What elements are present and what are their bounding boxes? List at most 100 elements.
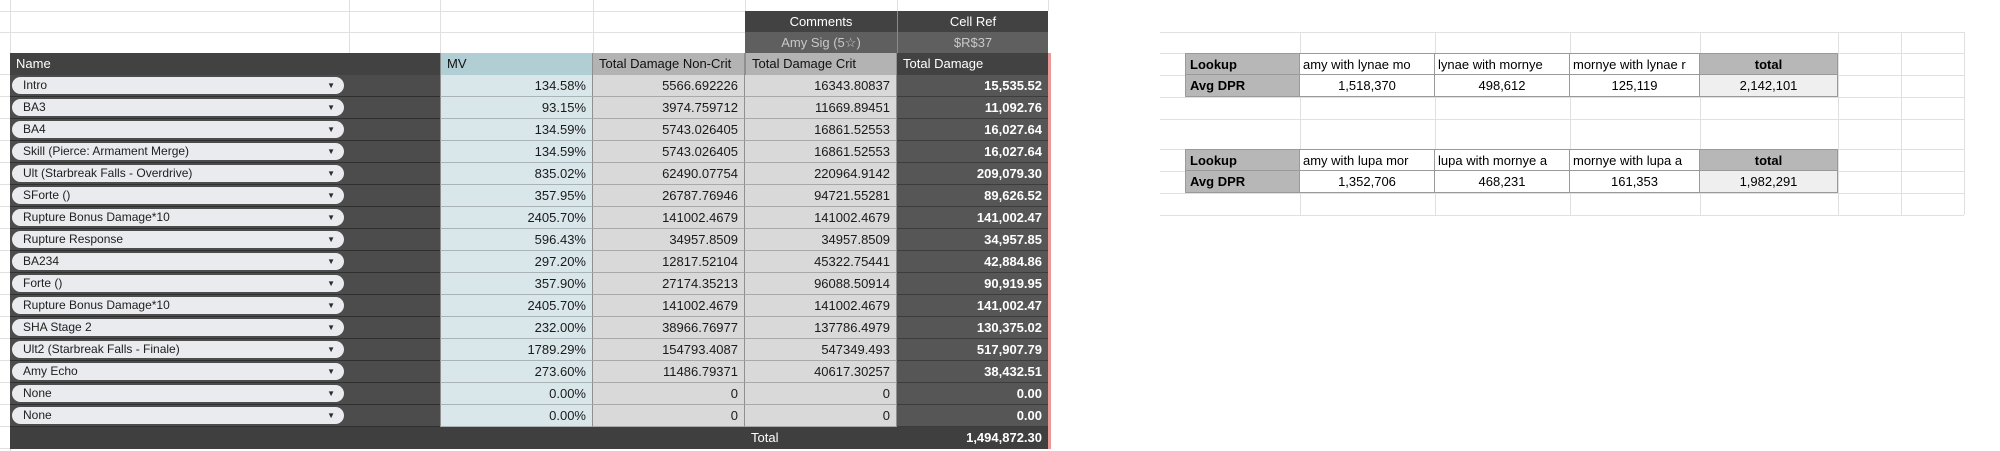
total-damage-cell[interactable]: 16,027.64 <box>897 119 1048 141</box>
noncrit-cell[interactable]: 27174.35213 <box>593 273 745 295</box>
column-header-name[interactable]: Name <box>10 53 440 75</box>
name-dropdown[interactable]: Skill (Pierce: Armament Merge) ▼ <box>12 143 344 160</box>
noncrit-cell[interactable]: 3974.759712 <box>593 97 745 119</box>
name-cell[interactable]: None ▼ <box>10 405 440 427</box>
name-dropdown[interactable]: None ▼ <box>12 385 344 402</box>
lookup-header-cell[interactable]: total <box>1700 53 1838 75</box>
avg-dpr-value-cell[interactable]: 1,982,291 <box>1700 171 1838 193</box>
total-damage-cell[interactable]: 89,626.52 <box>897 185 1048 207</box>
name-dropdown[interactable]: Amy Echo ▼ <box>12 363 344 380</box>
total-damage-cell[interactable]: 90,919.95 <box>897 273 1048 295</box>
name-cell[interactable]: Ult2 (Starbreak Falls - Finale) ▼ <box>10 339 440 361</box>
name-cell[interactable]: SForte () ▼ <box>10 185 440 207</box>
total-damage-cell[interactable]: 42,884.86 <box>897 251 1048 273</box>
name-cell[interactable]: Intro ▼ <box>10 75 440 97</box>
total-damage-cell[interactable]: 11,092.76 <box>897 97 1048 119</box>
name-dropdown[interactable]: Rupture Bonus Damage*10 ▼ <box>12 209 344 226</box>
total-damage-cell[interactable]: 16,027.64 <box>897 141 1048 163</box>
crit-cell[interactable]: 11669.89451 <box>745 97 897 119</box>
comment-value-cell[interactable]: Amy Sig (5☆) <box>745 32 897 53</box>
noncrit-cell[interactable]: 11486.79371 <box>593 361 745 383</box>
name-cell[interactable]: BA4 ▼ <box>10 119 440 141</box>
noncrit-cell[interactable]: 0 <box>593 383 745 405</box>
name-dropdown[interactable]: BA3 ▼ <box>12 99 344 116</box>
mv-cell[interactable]: 596.43% <box>440 229 593 251</box>
avg-dpr-value-cell[interactable]: 1,352,706 <box>1300 171 1435 193</box>
noncrit-cell[interactable]: 26787.76946 <box>593 185 745 207</box>
lookup-header-cell[interactable]: total <box>1700 149 1838 171</box>
total-damage-cell[interactable]: 130,375.02 <box>897 317 1048 339</box>
name-cell[interactable]: Rupture Bonus Damage*10 ▼ <box>10 207 440 229</box>
noncrit-cell[interactable]: 5743.026405 <box>593 119 745 141</box>
noncrit-cell[interactable]: 154793.4087 <box>593 339 745 361</box>
name-dropdown[interactable]: Ult2 (Starbreak Falls - Finale) ▼ <box>12 341 344 358</box>
total-damage-cell[interactable]: 517,907.79 <box>897 339 1048 361</box>
total-damage-cell[interactable]: 141,002.47 <box>897 207 1048 229</box>
lookup-label-cell[interactable]: Lookup <box>1185 149 1300 171</box>
name-dropdown[interactable]: BA4 ▼ <box>12 121 344 138</box>
name-cell[interactable]: Amy Echo ▼ <box>10 361 440 383</box>
crit-cell[interactable]: 34957.8509 <box>745 229 897 251</box>
noncrit-cell[interactable]: 12817.52104 <box>593 251 745 273</box>
name-cell[interactable]: Rupture Response ▼ <box>10 229 440 251</box>
mv-cell[interactable]: 357.95% <box>440 185 593 207</box>
crit-cell[interactable]: 16343.80837 <box>745 75 897 97</box>
mv-cell[interactable]: 134.58% <box>440 75 593 97</box>
name-dropdown[interactable]: Rupture Bonus Damage*10 ▼ <box>12 297 344 314</box>
name-cell[interactable]: Forte () ▼ <box>10 273 440 295</box>
lookup-header-cell[interactable]: amy with lynae mo <box>1300 53 1435 75</box>
name-cell[interactable]: Skill (Pierce: Armament Merge) ▼ <box>10 141 440 163</box>
name-cell[interactable]: BA3 ▼ <box>10 97 440 119</box>
mv-cell[interactable]: 357.90% <box>440 273 593 295</box>
crit-cell[interactable]: 16861.52553 <box>745 119 897 141</box>
name-cell[interactable]: Ult (Starbreak Falls - Overdrive) ▼ <box>10 163 440 185</box>
name-dropdown[interactable]: SForte () ▼ <box>12 187 344 204</box>
crit-cell[interactable]: 137786.4979 <box>745 317 897 339</box>
lookup-label-cell[interactable]: Lookup <box>1185 53 1300 75</box>
grand-total-cell[interactable]: 1,494,872.30 <box>897 427 1048 449</box>
mv-cell[interactable]: 93.15% <box>440 97 593 119</box>
noncrit-cell[interactable]: 5743.026405 <box>593 141 745 163</box>
mv-cell[interactable]: 273.60% <box>440 361 593 383</box>
name-cell[interactable]: BA234 ▼ <box>10 251 440 273</box>
noncrit-cell[interactable]: 34957.8509 <box>593 229 745 251</box>
avg-dpr-value-cell[interactable]: 498,612 <box>1435 75 1570 97</box>
total-row-empty-cell[interactable] <box>440 427 593 449</box>
name-cell[interactable]: SHA Stage 2 ▼ <box>10 317 440 339</box>
lookup-header-cell[interactable]: amy with lupa mor <box>1300 149 1435 171</box>
crit-cell[interactable]: 16861.52553 <box>745 141 897 163</box>
name-dropdown[interactable]: Intro ▼ <box>12 77 344 94</box>
mv-cell[interactable]: 134.59% <box>440 141 593 163</box>
crit-cell[interactable]: 547349.493 <box>745 339 897 361</box>
crit-cell[interactable]: 96088.50914 <box>745 273 897 295</box>
avg-dpr-label-cell[interactable]: Avg DPR <box>1185 171 1300 193</box>
noncrit-cell[interactable]: 5566.692226 <box>593 75 745 97</box>
total-damage-cell[interactable]: 38,432.51 <box>897 361 1048 383</box>
crit-cell[interactable]: 141002.4679 <box>745 207 897 229</box>
lookup-header-cell[interactable]: mornye with lupa a <box>1570 149 1700 171</box>
total-damage-cell[interactable]: 209,079.30 <box>897 163 1048 185</box>
name-cell[interactable]: None ▼ <box>10 383 440 405</box>
name-dropdown[interactable]: None ▼ <box>12 407 344 424</box>
name-cell[interactable]: Rupture Bonus Damage*10 ▼ <box>10 295 440 317</box>
avg-dpr-label-cell[interactable]: Avg DPR <box>1185 75 1300 97</box>
mv-cell[interactable]: 835.02% <box>440 163 593 185</box>
total-row-empty-cell[interactable] <box>10 427 440 449</box>
lookup-header-cell[interactable]: lupa with mornye a <box>1435 149 1570 171</box>
crit-cell[interactable]: 0 <box>745 405 897 427</box>
mv-cell[interactable]: 134.59% <box>440 119 593 141</box>
name-dropdown[interactable]: BA234 ▼ <box>12 253 344 270</box>
crit-cell[interactable]: 40617.30257 <box>745 361 897 383</box>
mv-cell[interactable]: 2405.70% <box>440 295 593 317</box>
mv-cell[interactable]: 0.00% <box>440 383 593 405</box>
avg-dpr-value-cell[interactable]: 468,231 <box>1435 171 1570 193</box>
avg-dpr-value-cell[interactable]: 2,142,101 <box>1700 75 1838 97</box>
mv-cell[interactable]: 1789.29% <box>440 339 593 361</box>
avg-dpr-value-cell[interactable]: 161,353 <box>1570 171 1700 193</box>
column-header-total-damage[interactable]: Total Damage <box>897 53 1048 75</box>
cellref-value-cell[interactable]: $R$37 <box>897 32 1048 53</box>
mv-cell[interactable]: 2405.70% <box>440 207 593 229</box>
cellref-header-cell[interactable]: Cell Ref <box>897 11 1048 32</box>
noncrit-cell[interactable]: 0 <box>593 405 745 427</box>
avg-dpr-value-cell[interactable]: 1,518,370 <box>1300 75 1435 97</box>
